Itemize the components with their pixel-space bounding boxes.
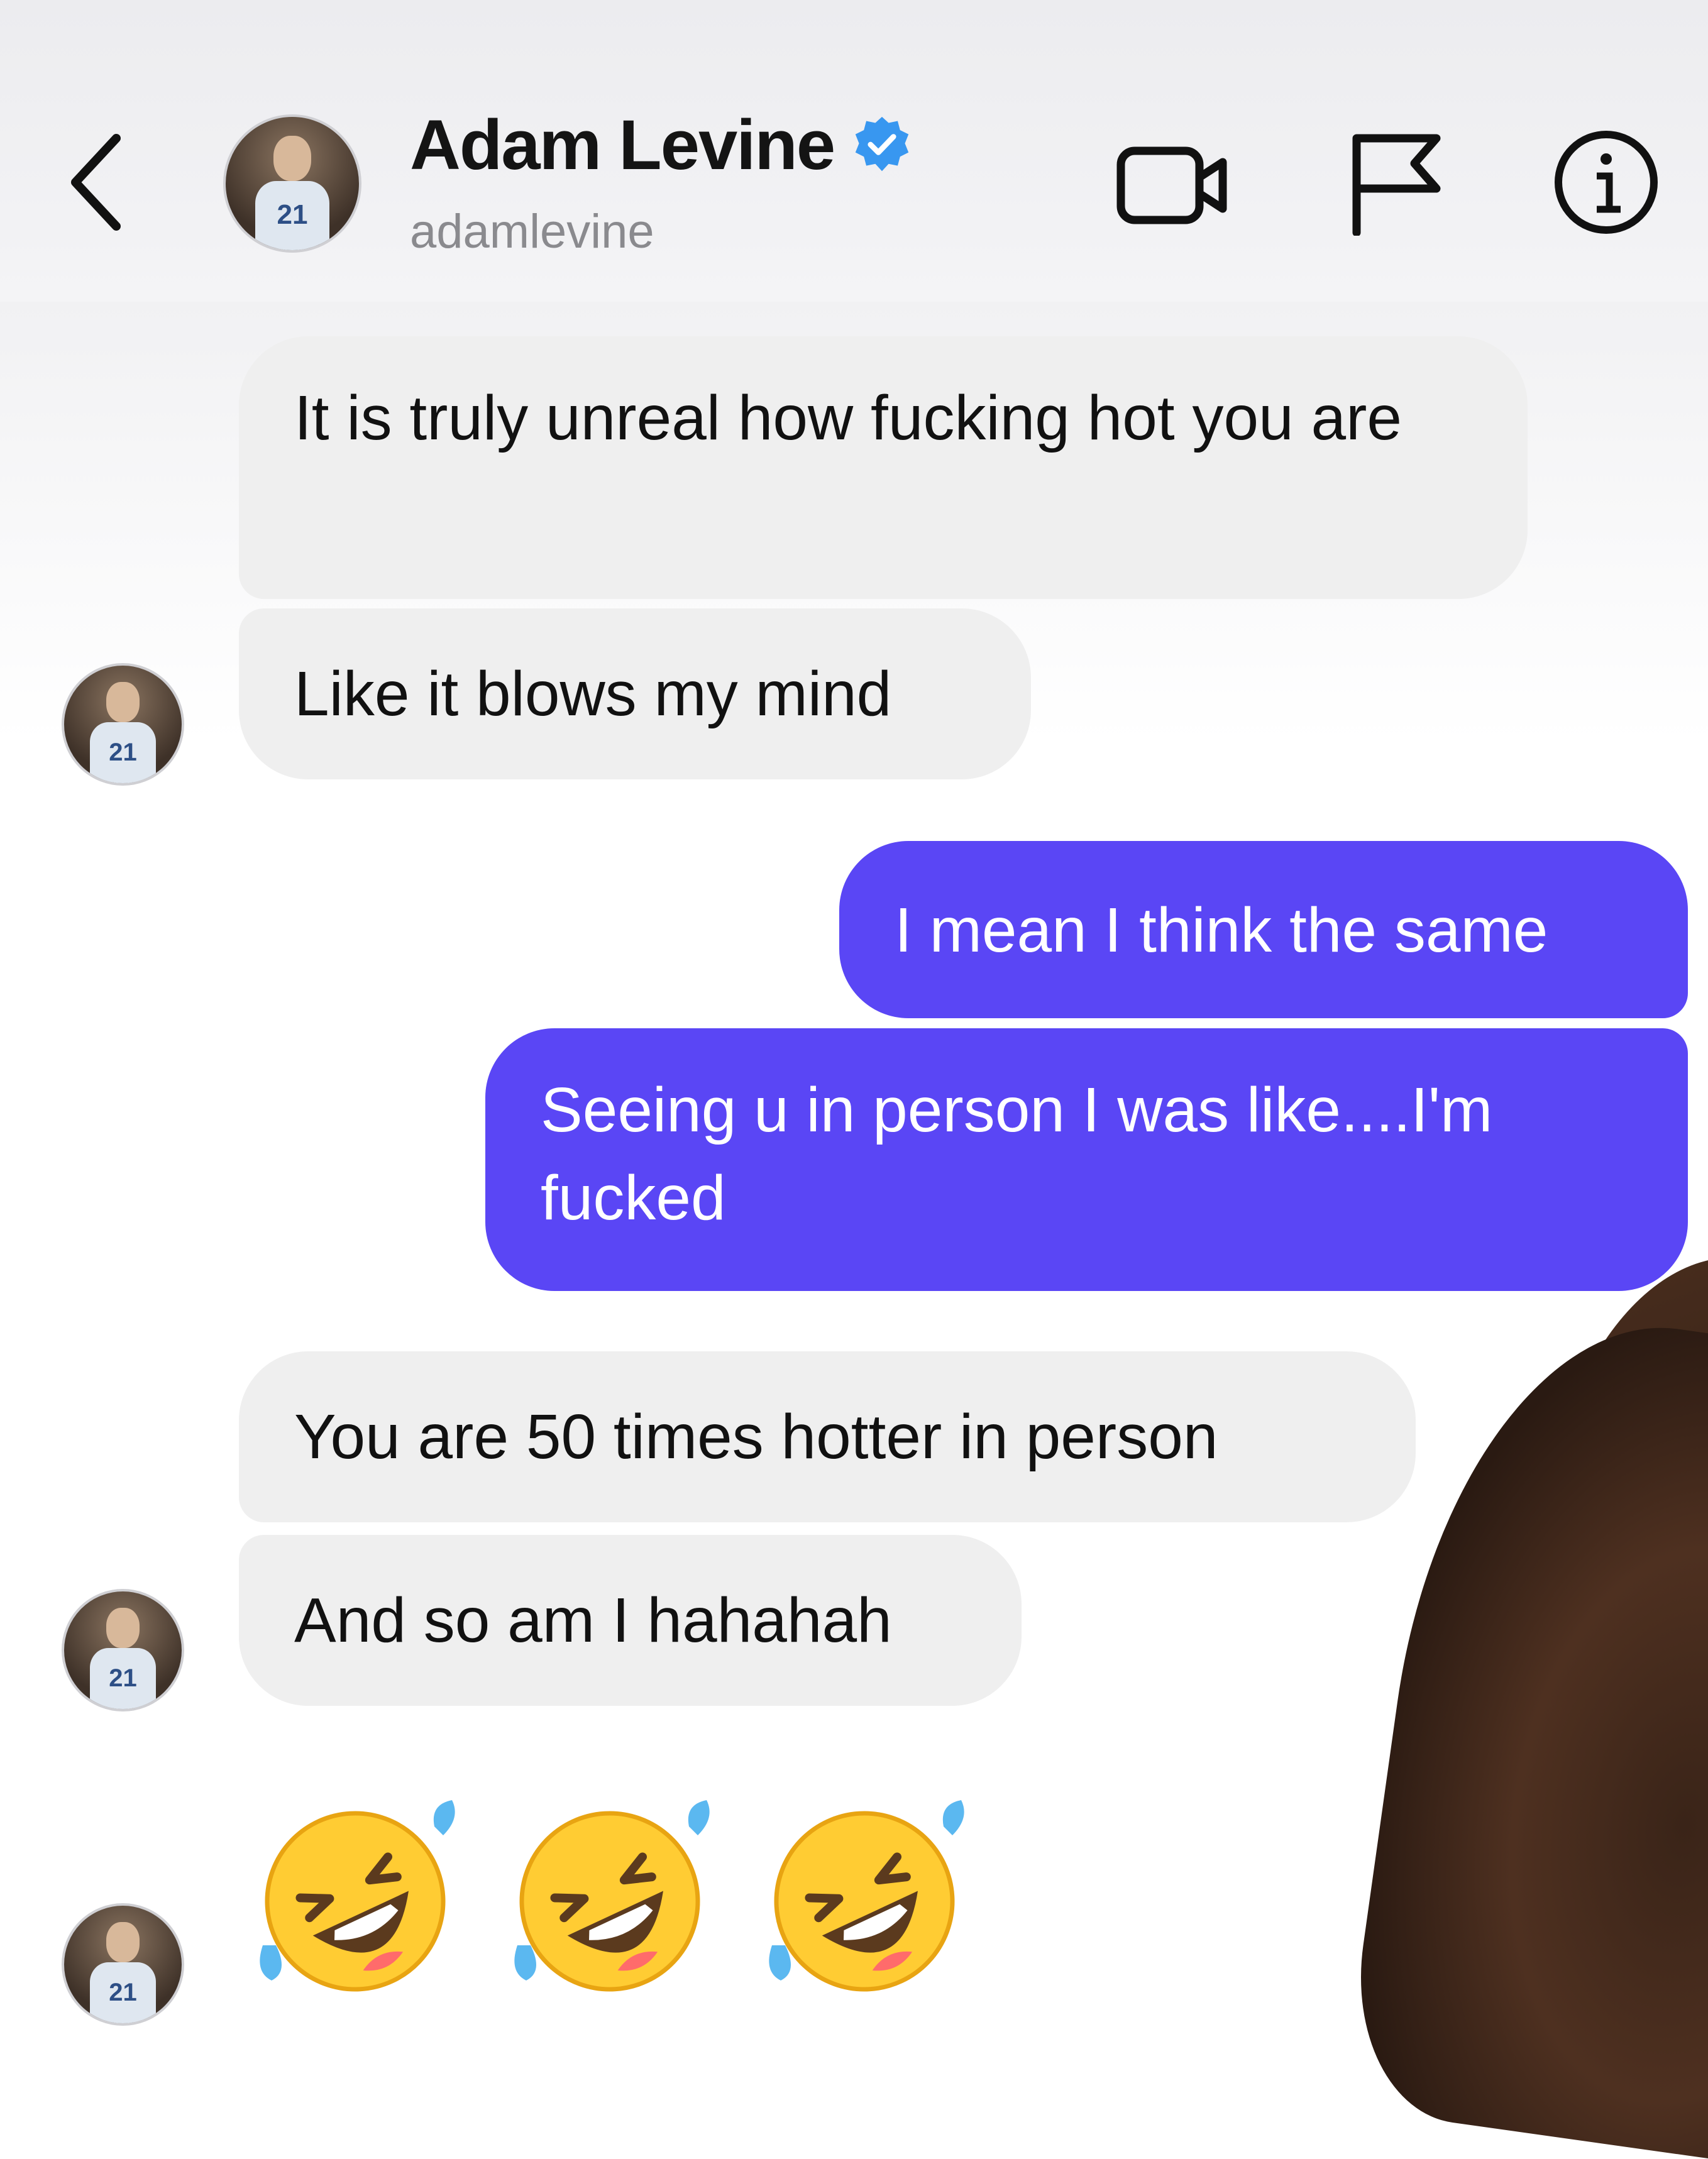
emoji-message[interactable] [245,1791,974,2011]
incoming-message[interactable]: It is truly unreal how fucking hot you a… [239,336,1528,599]
info-icon[interactable] [1553,129,1660,236]
avatar-jersey-number: 21 [109,1978,137,2006]
rolling-on-floor-laughing-icon [769,1800,964,1992]
contact-name-row[interactable]: Adam Levine [410,105,912,184]
avatar-jersey-number: 21 [109,738,137,766]
sender-avatar[interactable]: 21 [62,1903,184,2026]
back-chevron-icon[interactable] [63,129,132,236]
report-flag-icon[interactable] [1345,129,1446,236]
avatar-face [106,1608,140,1648]
video-call-icon[interactable] [1116,138,1229,233]
avatar-jersey-number: 21 [109,1664,137,1692]
incoming-message[interactable]: You are 50 times hotter in person [239,1351,1416,1522]
rolling-on-floor-laughing-icon [514,1800,710,1992]
sender-avatar[interactable]: 21 [62,663,184,786]
incoming-message[interactable]: Like it blows my mind [239,608,1031,779]
outgoing-message[interactable]: Seeing u in person I was like....I'm fuc… [485,1028,1688,1291]
avatar-jersey-number: 21 [277,199,308,231]
contact-name: Adam Levine [410,105,835,184]
contact-username: adamlevine [410,205,654,258]
verified-badge-icon [855,116,909,172]
avatar-face [273,135,311,181]
incoming-message[interactable]: And so am I hahahah [239,1535,1022,1706]
avatar-face [106,1922,140,1962]
rolling-on-floor-laughing-icon [260,1800,455,1992]
avatar-face [106,682,140,722]
sender-avatar[interactable]: 21 [62,1589,184,1711]
profile-avatar[interactable]: 21 [223,114,361,253]
outgoing-message[interactable]: I mean I think the same [839,841,1688,1018]
